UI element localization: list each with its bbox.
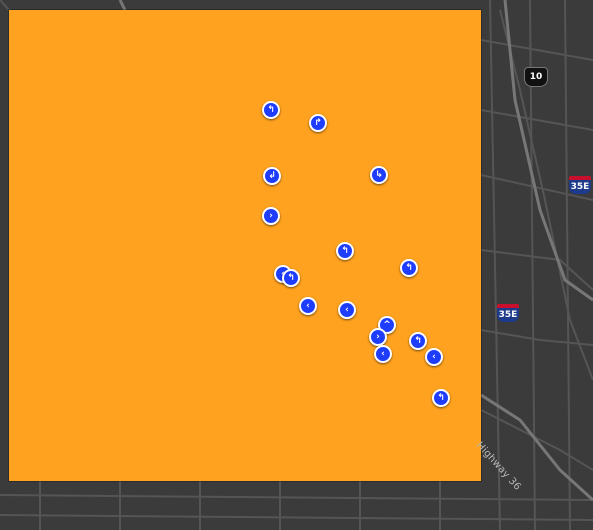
map-marker[interactable]: ↰ [409,332,427,350]
map-marker[interactable]: ‹ [338,301,356,319]
map-marker[interactable]: ‹ [425,348,443,366]
marker-icon: ↰ [437,392,445,403]
marker-icon: ↰ [287,272,295,283]
marker-icon: ‹ [381,348,385,359]
map-marker[interactable]: ↰ [336,242,354,260]
map-marker[interactable]: › [369,328,387,346]
map-marker[interactable]: ‹ [374,345,392,363]
map-marker[interactable]: ‹ [299,297,317,315]
marker-icon: ↱ [314,117,322,128]
map-marker[interactable]: ↰ [262,101,280,119]
map-marker[interactable]: ↰ [400,259,418,277]
marker-icon: ‹ [432,351,436,362]
marker-icon: ↰ [405,262,413,273]
marker-icon: › [269,210,273,221]
marker-icon: ‹ [306,300,310,311]
marker-icon: › [376,331,380,342]
marker-icon: ↰ [414,335,422,346]
map-marker[interactable]: ↳ [370,166,388,184]
marker-icon: ↳ [375,169,383,180]
map-marker[interactable]: ↰ [282,269,300,287]
map-marker[interactable]: ↱ [309,114,327,132]
marker-icon: ↰ [267,104,275,115]
interstate-35e-shield: 35E [497,304,519,322]
map-marker[interactable]: ↰ [432,389,450,407]
us-route-10-shield: 10 [524,67,548,87]
map-marker[interactable]: ↲ [263,167,281,185]
map-marker[interactable]: › [262,207,280,225]
marker-icon: ↲ [268,170,276,181]
marker-icon: ‹ [345,304,349,315]
interstate-35e-shield: 35E [569,176,591,194]
marker-icon: ↰ [341,245,349,256]
map-view[interactable]: 10 35E 35E Highway 36 ↰ ↱ ↲ ↳ › ↰ ↰ ‹ ↰ … [0,0,593,530]
overlay-area [9,10,481,481]
marker-icon: ^ [383,319,391,330]
